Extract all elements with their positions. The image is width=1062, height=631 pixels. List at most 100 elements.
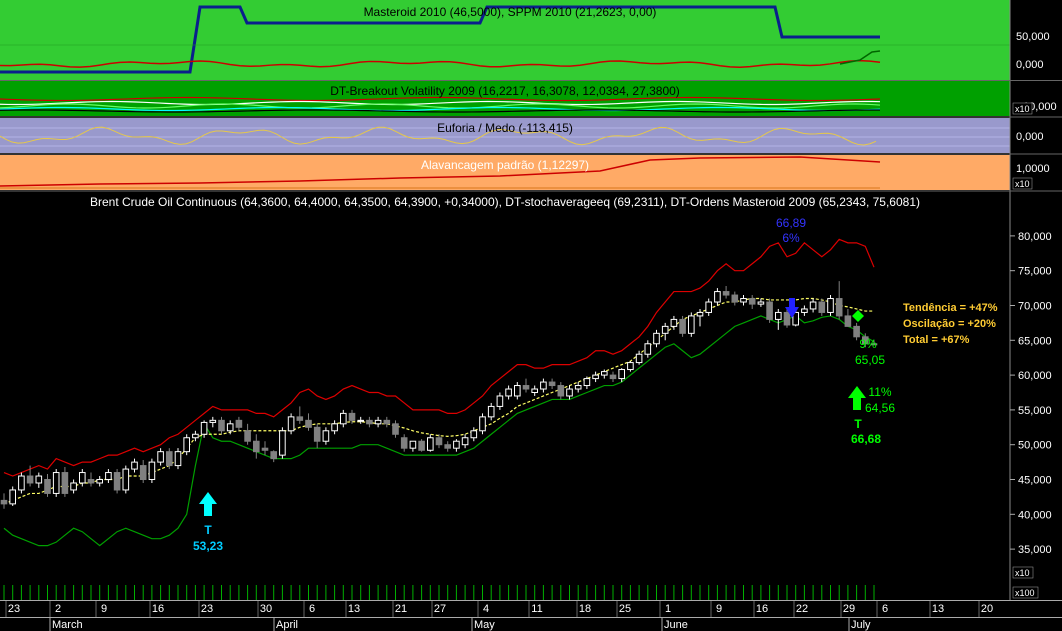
price-a: 65,05 bbox=[855, 353, 885, 367]
candle bbox=[775, 308, 782, 330]
candle bbox=[844, 308, 852, 327]
candle bbox=[644, 340, 652, 358]
candle bbox=[70, 479, 77, 494]
price-b: 64,56 bbox=[865, 401, 895, 415]
candle bbox=[35, 472, 43, 488]
candle-body bbox=[714, 291, 721, 303]
candle bbox=[453, 439, 460, 452]
candle bbox=[835, 281, 843, 320]
sell-pct: 6% bbox=[782, 231, 800, 245]
candle bbox=[827, 295, 834, 316]
candle-body bbox=[775, 311, 782, 320]
candle-body bbox=[18, 475, 25, 491]
candle bbox=[531, 385, 539, 396]
candle bbox=[383, 416, 391, 428]
candle-body bbox=[844, 315, 852, 327]
candle-body bbox=[679, 318, 686, 334]
candle bbox=[122, 465, 130, 494]
buy2-label: T bbox=[854, 417, 862, 431]
candle-body bbox=[131, 461, 138, 470]
candle-body bbox=[313, 426, 321, 442]
candle bbox=[679, 315, 686, 337]
candle bbox=[574, 382, 582, 393]
candle bbox=[340, 409, 347, 428]
candle bbox=[635, 350, 643, 365]
candle-body bbox=[592, 374, 599, 380]
candle bbox=[496, 392, 504, 410]
candle-body bbox=[61, 472, 69, 494]
candle bbox=[514, 382, 521, 400]
candle bbox=[670, 315, 678, 330]
price-tick-label: 75,000 bbox=[1018, 266, 1052, 278]
candle bbox=[261, 441, 269, 456]
candle-body bbox=[487, 405, 495, 418]
candle-body bbox=[139, 465, 147, 481]
candle bbox=[757, 298, 765, 307]
candle-body bbox=[514, 385, 521, 397]
date-label: 22 bbox=[796, 603, 808, 615]
candle bbox=[627, 361, 634, 372]
candle-body bbox=[583, 378, 591, 387]
chart-window: Masteroid 2010 (46,5000), SPPM 2010 (21,… bbox=[0, 0, 1062, 631]
candle-body bbox=[618, 369, 626, 380]
sell-price: 66,89 bbox=[776, 216, 806, 230]
candle bbox=[444, 441, 451, 452]
date-label: 16 bbox=[756, 603, 768, 615]
candle-body bbox=[809, 301, 817, 310]
candle-body bbox=[627, 362, 634, 371]
candle-body bbox=[409, 440, 417, 449]
candle-body bbox=[827, 298, 834, 313]
candle bbox=[61, 466, 69, 497]
candle bbox=[696, 308, 704, 327]
month-label: July bbox=[851, 619, 871, 631]
candle-body bbox=[479, 416, 486, 432]
candle bbox=[96, 476, 104, 487]
candle bbox=[374, 416, 382, 428]
candle bbox=[174, 448, 182, 470]
date-label: 6 bbox=[882, 603, 888, 615]
candle-body bbox=[783, 311, 791, 326]
candle-body bbox=[383, 419, 391, 425]
price-tick-label: 55,000 bbox=[1018, 405, 1052, 417]
candle bbox=[18, 472, 25, 494]
candle bbox=[148, 458, 156, 483]
candle-body bbox=[113, 472, 121, 491]
chart-canvas: Masteroid 2010 (46,5000), SPPM 2010 (21,… bbox=[0, 0, 1062, 631]
candle-body bbox=[427, 437, 434, 451]
candle bbox=[487, 402, 495, 421]
candle-body bbox=[279, 430, 286, 456]
candle bbox=[183, 434, 190, 456]
candle-body bbox=[374, 419, 382, 425]
lower-band-line bbox=[3, 315, 875, 547]
candle-body bbox=[287, 416, 295, 432]
buy-arrow-up-icon bbox=[199, 492, 217, 516]
candle-body bbox=[574, 385, 582, 390]
buy2-price: 66,68 bbox=[851, 432, 881, 446]
date-label: 13 bbox=[932, 603, 944, 615]
candle bbox=[766, 298, 773, 323]
candle bbox=[357, 416, 364, 424]
candle-body bbox=[87, 479, 95, 484]
candle-body bbox=[566, 388, 573, 397]
bands bbox=[3, 238, 875, 547]
candle bbox=[366, 416, 373, 428]
candle bbox=[427, 434, 434, 452]
candle-body bbox=[166, 451, 173, 467]
p1-tick-50: 50,000 bbox=[1016, 31, 1050, 43]
candle bbox=[722, 286, 730, 299]
candle bbox=[540, 378, 547, 393]
candle-body bbox=[661, 325, 669, 334]
date-label: 11 bbox=[531, 603, 542, 615]
candle-body bbox=[740, 298, 747, 303]
candle-body bbox=[444, 444, 451, 449]
candle bbox=[392, 420, 399, 438]
date-label: 16 bbox=[152, 603, 164, 615]
candle bbox=[418, 439, 425, 452]
candle-body bbox=[548, 381, 556, 387]
candle bbox=[566, 385, 573, 400]
candle-body bbox=[696, 311, 704, 317]
stat-oscilacao: Oscilação = +20% bbox=[903, 318, 996, 330]
candle bbox=[609, 371, 617, 383]
candle-body bbox=[601, 371, 608, 376]
candle bbox=[0, 493, 8, 509]
